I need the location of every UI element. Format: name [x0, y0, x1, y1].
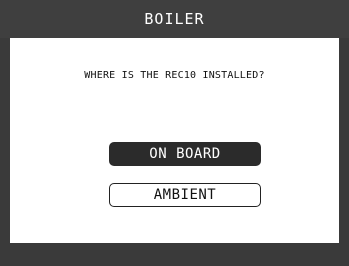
dialog-panel: WHERE IS THE REC10 INSTALLED? ON BOARD A…: [10, 38, 339, 243]
boiler-screen: BOILER WHERE IS THE REC10 INSTALLED? ON …: [0, 0, 349, 266]
question-text: WHERE IS THE REC10 INSTALLED?: [84, 70, 265, 81]
option-on-board-button[interactable]: ON BOARD: [109, 142, 261, 166]
page-title: BOILER: [144, 10, 205, 28]
bottom-bar: [0, 243, 349, 266]
option-label: AMBIENT: [153, 187, 217, 203]
option-ambient-button[interactable]: AMBIENT: [109, 183, 261, 207]
title-bar: BOILER: [0, 0, 349, 38]
option-label: ON BOARD: [149, 146, 221, 162]
